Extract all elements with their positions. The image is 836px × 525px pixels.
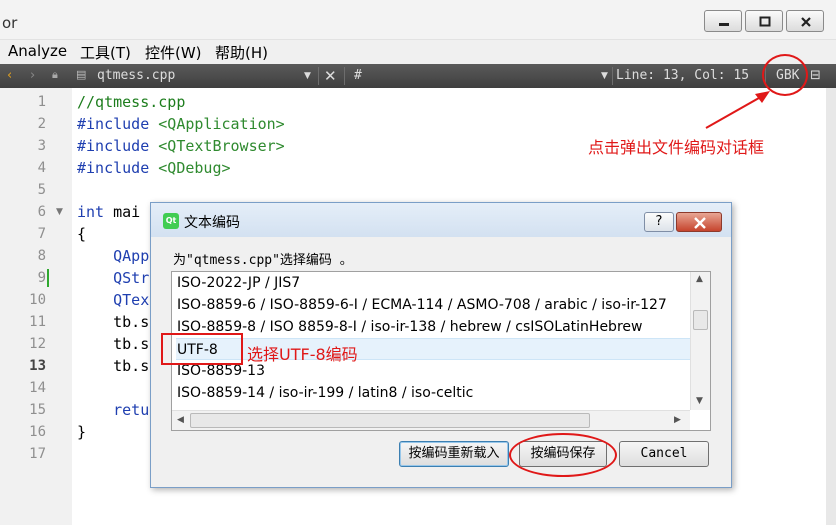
dialog-title: 文本编码 xyxy=(184,215,240,231)
line-number: 14 xyxy=(29,380,46,396)
list-item[interactable]: ISO-2022-JP / JIS7 xyxy=(176,272,690,294)
line-number: 16 xyxy=(29,424,46,440)
line-number: 10 xyxy=(29,292,46,308)
file-icon: ▤ xyxy=(76,68,87,81)
save-highlight-circle xyxy=(509,433,617,477)
back-arrow-icon[interactable]: ‹ xyxy=(7,68,12,83)
modified-line-marker xyxy=(47,269,49,287)
code-line-16: } xyxy=(77,423,87,441)
list-item[interactable]: ISO-8859-6 / ISO-8859-6-I / ECMA-114 / A… xyxy=(176,294,690,316)
select-annotation: 选择UTF-8编码 xyxy=(247,345,358,364)
minimize-button[interactable] xyxy=(704,10,742,32)
line-number: 15 xyxy=(29,402,46,418)
code-line-7: { xyxy=(77,225,87,243)
code-line-1: //qtmess.cpp xyxy=(77,93,186,111)
window-title: or xyxy=(2,14,18,32)
scroll-down-icon[interactable]: ▼ xyxy=(696,396,703,406)
line-number: 4 xyxy=(37,160,46,176)
close-icon xyxy=(801,17,811,27)
menu-widgets[interactable]: 控件(W) xyxy=(145,42,202,63)
close-window-button[interactable] xyxy=(786,10,824,32)
chevron-down-icon[interactable]: ▼ xyxy=(601,71,608,81)
fold-arrow-icon[interactable]: ▼ xyxy=(56,207,63,217)
encoding-annotation: 点击弹出文件编码对话框 xyxy=(588,138,765,157)
qt-logo-icon: Qt xyxy=(163,213,179,229)
close-document-icon[interactable]: ✕ xyxy=(324,67,337,85)
window-titlebar: or xyxy=(0,0,836,40)
minimize-icon xyxy=(719,23,729,26)
cancel-button[interactable]: Cancel xyxy=(619,441,709,467)
scroll-left-icon[interactable]: ◀ xyxy=(177,415,184,425)
list-vertical-scrollbar[interactable]: ▲ ▼ xyxy=(690,272,710,410)
menubar: Analyze 工具(T) 控件(W) 帮助(H) xyxy=(0,40,836,64)
dialog-close-button[interactable] xyxy=(676,212,722,232)
code-line-10: QTex xyxy=(77,291,150,309)
line-number-gutter: 1 2 3 4 5 6 7 8 9 10 11 12 13 14 15 16 1… xyxy=(0,88,72,525)
line-number: 3 xyxy=(37,138,46,154)
split-icon[interactable]: ⊟ xyxy=(810,68,821,83)
annotation-arrow-icon xyxy=(705,91,770,129)
code-line-6: int mai xyxy=(77,203,141,221)
help-button[interactable]: ? xyxy=(644,212,674,232)
menu-analyze[interactable]: Analyze xyxy=(8,42,67,60)
reload-with-encoding-button[interactable]: 按编码重新载入 xyxy=(399,441,509,467)
code-line-3: #include <QTextBrowser> xyxy=(77,137,285,155)
list-item[interactable]: ISO-8859-14 / iso-ir-199 / latin8 / iso-… xyxy=(176,382,690,404)
lock-icon: 🔒︎ xyxy=(52,68,58,81)
maximize-button[interactable] xyxy=(745,10,783,32)
file-name-combo[interactable]: qtmess.cpp xyxy=(97,68,175,83)
symbol-combo[interactable]: # xyxy=(354,68,362,83)
scroll-thumb[interactable] xyxy=(190,413,590,428)
menu-help[interactable]: 帮助(H) xyxy=(215,42,268,63)
line-number: 11 xyxy=(29,314,46,330)
menu-tools[interactable]: 工具(T) xyxy=(80,42,131,63)
line-number: 1 xyxy=(37,94,46,110)
forward-arrow-icon[interactable]: › xyxy=(30,68,35,83)
close-icon xyxy=(694,217,706,229)
code-line-11: tb.s xyxy=(77,313,150,331)
code-line-4: #include <QDebug> xyxy=(77,159,231,177)
editor-scrollbar[interactable] xyxy=(826,88,836,525)
line-number: 5 xyxy=(37,182,46,198)
selection-highlight-box xyxy=(161,333,243,365)
line-number: 12 xyxy=(29,336,46,352)
line-number-current: 13 xyxy=(29,358,46,374)
dialog-titlebar: Qt 文本编码 ? xyxy=(151,203,731,237)
code-line-8: QApp xyxy=(77,247,150,265)
scroll-right-icon[interactable]: ▶ xyxy=(674,415,681,425)
code-line-15: retu xyxy=(77,401,150,419)
code-line-9: QStr xyxy=(77,269,150,287)
code-line-2: #include <QApplication> xyxy=(77,115,285,133)
code-line-12: tb.s xyxy=(77,335,150,353)
scroll-up-icon[interactable]: ▲ xyxy=(696,274,703,284)
maximize-icon xyxy=(759,16,771,27)
dialog-prompt: 为"qtmess.cpp"选择编码 。 xyxy=(173,253,353,268)
list-horizontal-scrollbar[interactable]: ◀ ▶ xyxy=(172,410,690,430)
list-item[interactable]: ISO-8859-8 / ISO 8859-8-I / iso-ir-138 /… xyxy=(176,316,690,338)
line-number: 6 xyxy=(37,204,46,220)
scroll-thumb[interactable] xyxy=(693,310,708,330)
line-number: 8 xyxy=(37,248,46,264)
line-number: 17 xyxy=(29,446,46,462)
code-line-13: tb.s xyxy=(77,357,150,375)
text-encoding-dialog: Qt 文本编码 ? 为"qtmess.cpp"选择编码 。 ISO-2022-J… xyxy=(150,202,732,488)
cursor-position[interactable]: Line: 13, Col: 15 xyxy=(616,68,749,83)
line-number: 9 xyxy=(37,270,46,286)
line-number: 7 xyxy=(37,226,46,242)
chevron-down-icon[interactable]: ▼ xyxy=(304,71,311,81)
line-number: 2 xyxy=(37,116,46,132)
